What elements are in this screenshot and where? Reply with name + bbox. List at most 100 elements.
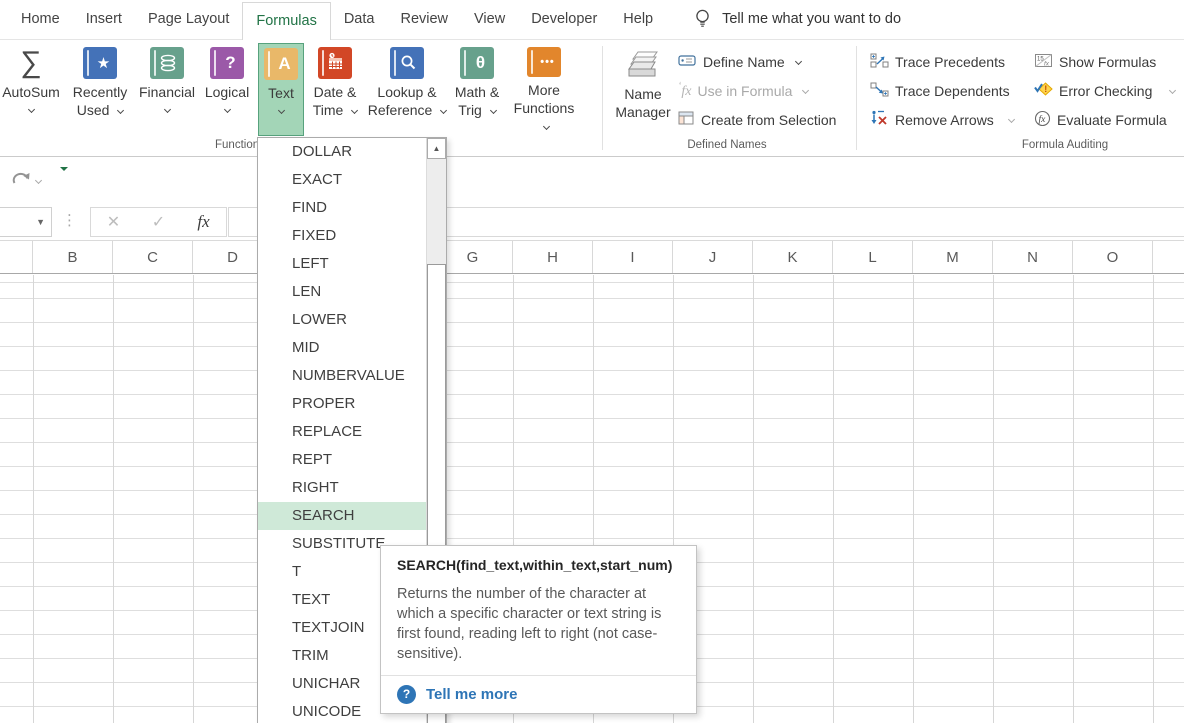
name-manager-label: Name Manager (612, 86, 674, 122)
lookup-reference-button[interactable]: Lookup & Reference (366, 43, 448, 136)
customize-quick-access-button[interactable] (60, 171, 72, 189)
chevron-down-icon (27, 106, 34, 113)
chevron-down-icon (795, 58, 802, 65)
tell-me-label: Tell me what you want to do (722, 0, 901, 39)
text-button[interactable]: A Text (258, 43, 304, 136)
cancel-button[interactable]: ✕ (91, 212, 136, 232)
evaluate-formula-label: Evaluate Formula (1057, 112, 1167, 128)
chevron-down-icon (440, 107, 447, 114)
recently-used-button[interactable]: ★ Recently Used (62, 43, 138, 136)
remove-arrows-button[interactable]: Remove Arrows (870, 106, 1014, 133)
tooltip-description: Returns the number of the character at w… (397, 584, 680, 664)
column-header[interactable]: L (833, 241, 913, 274)
dropdown-item[interactable]: SEARCH (258, 502, 426, 530)
dropdown-item[interactable]: REPLACE (258, 418, 426, 446)
dropdown-item[interactable]: RIGHT (258, 474, 426, 502)
lookup-reference-label: Lookup & Reference (368, 84, 437, 118)
dropdown-item[interactable]: MID (258, 334, 426, 362)
create-from-selection-label: Create from Selection (701, 112, 836, 128)
create-from-selection-icon (678, 111, 695, 129)
more-functions-icon: ••• (527, 47, 561, 77)
dropdown-item[interactable]: EXACT (258, 166, 426, 194)
tab-page-layout[interactable]: Page Layout (135, 0, 242, 39)
redo-chevron-icon[interactable] (35, 177, 42, 184)
name-box-dropdown-icon[interactable]: ▼ (36, 217, 45, 227)
financial-icon (150, 47, 184, 79)
dropdown-item[interactable]: REPT (258, 446, 426, 474)
tab-developer[interactable]: Developer (518, 0, 610, 39)
formula-auditing-group-label: Formula Auditing (980, 139, 1150, 151)
autosum-button[interactable]: ∑ AutoSum (0, 43, 62, 136)
column-header[interactable]: B (33, 241, 113, 274)
column-header[interactable]: M (913, 241, 993, 274)
financial-button[interactable]: Financial (138, 43, 196, 136)
tooltip-title: SEARCH(find_text,within_text,start_num) (397, 557, 680, 573)
error-checking-button[interactable]: ! Error Checking (1034, 77, 1175, 104)
column-header[interactable]: K (753, 241, 833, 274)
tab-insert[interactable]: Insert (73, 0, 135, 39)
dropdown-item[interactable]: PROPER (258, 390, 426, 418)
column-header[interactable]: I (593, 241, 673, 274)
column-header[interactable]: A (0, 241, 33, 274)
column-header[interactable]: P (1153, 241, 1184, 274)
scrollbar-up-button[interactable]: ▲ (427, 138, 446, 159)
column-header[interactable]: J (673, 241, 753, 274)
more-functions-label: More Functions (514, 82, 575, 116)
date-time-button[interactable]: Date & Time (304, 43, 366, 136)
autosum-label: AutoSum (2, 84, 60, 100)
name-manager-button[interactable]: Name Manager (610, 43, 676, 136)
dropdown-item[interactable]: LEFT (258, 250, 426, 278)
dropdown-item[interactable]: FIXED (258, 222, 426, 250)
defined-names-group-label: Defined Names (652, 139, 802, 151)
show-formulas-icon: 15 fx (1034, 53, 1053, 71)
create-from-selection-button[interactable]: Create from Selection (678, 106, 836, 133)
trace-precedents-button[interactable]: Trace Precedents (870, 48, 1005, 75)
trace-precedents-label: Trace Precedents (895, 54, 1005, 70)
error-checking-icon: ! (1034, 81, 1053, 100)
dropdown-item[interactable]: LEN (258, 278, 426, 306)
chevron-down-icon (1169, 87, 1176, 94)
evaluate-formula-icon: fx (1034, 110, 1051, 130)
show-formulas-button[interactable]: 15 fx Show Formulas (1034, 48, 1156, 75)
math-trig-button[interactable]: θ Math & Trig (448, 43, 506, 136)
tab-review[interactable]: Review (387, 0, 461, 39)
excel-window: Home Insert Page Layout Formulas Data Re… (0, 0, 1184, 723)
recently-used-icon: ★ (83, 47, 117, 79)
define-name-label: Define Name (703, 54, 785, 70)
math-trig-icon: θ (460, 47, 494, 79)
tell-me-box[interactable]: Tell me what you want to do (694, 0, 901, 39)
use-in-formula-button[interactable]: ‘fx Use in Formula (678, 77, 808, 104)
lookup-reference-icon (390, 47, 424, 79)
dropdown-item[interactable]: NUMBERVALUE (258, 362, 426, 390)
logical-button[interactable]: ? Logical (196, 43, 258, 136)
tab-data[interactable]: Data (331, 0, 388, 39)
enter-button[interactable]: ✓ (136, 212, 181, 232)
tab-formulas[interactable]: Formulas (242, 2, 330, 40)
redo-button[interactable] (10, 169, 32, 192)
financial-label: Financial (139, 84, 195, 100)
dropdown-item[interactable]: LOWER (258, 306, 426, 334)
tab-home[interactable]: Home (8, 0, 73, 39)
tab-view[interactable]: View (461, 0, 518, 39)
formula-bar-resize-handle[interactable]: ⋮ (62, 207, 76, 237)
more-functions-button[interactable]: ••• More Functions (506, 43, 582, 136)
column-header[interactable]: C (113, 241, 193, 274)
logical-label: Logical (205, 84, 249, 100)
dropdown-item[interactable]: DOLLAR (258, 138, 426, 166)
trace-dependents-button[interactable]: Trace Dependents (870, 77, 1010, 104)
dropdown-item[interactable]: FIND (258, 194, 426, 222)
ribbon-tab-bar: Home Insert Page Layout Formulas Data Re… (0, 0, 1184, 40)
scroll-up-icon: ▲ (433, 144, 441, 153)
svg-text:fx: fx (1039, 114, 1047, 125)
evaluate-formula-button[interactable]: fx Evaluate Formula (1034, 106, 1167, 133)
svg-text:!: ! (1044, 84, 1047, 94)
name-box[interactable]: ▼ (0, 207, 52, 237)
tell-me-more-link[interactable]: ? Tell me more (397, 685, 680, 704)
column-header[interactable]: H (513, 241, 593, 274)
chevron-down-icon (1008, 116, 1015, 123)
define-name-button[interactable]: Define Name (678, 48, 801, 75)
tab-help[interactable]: Help (610, 0, 666, 39)
column-header[interactable]: N (993, 241, 1073, 274)
insert-function-button[interactable]: fx (181, 212, 226, 232)
column-header[interactable]: O (1073, 241, 1153, 274)
